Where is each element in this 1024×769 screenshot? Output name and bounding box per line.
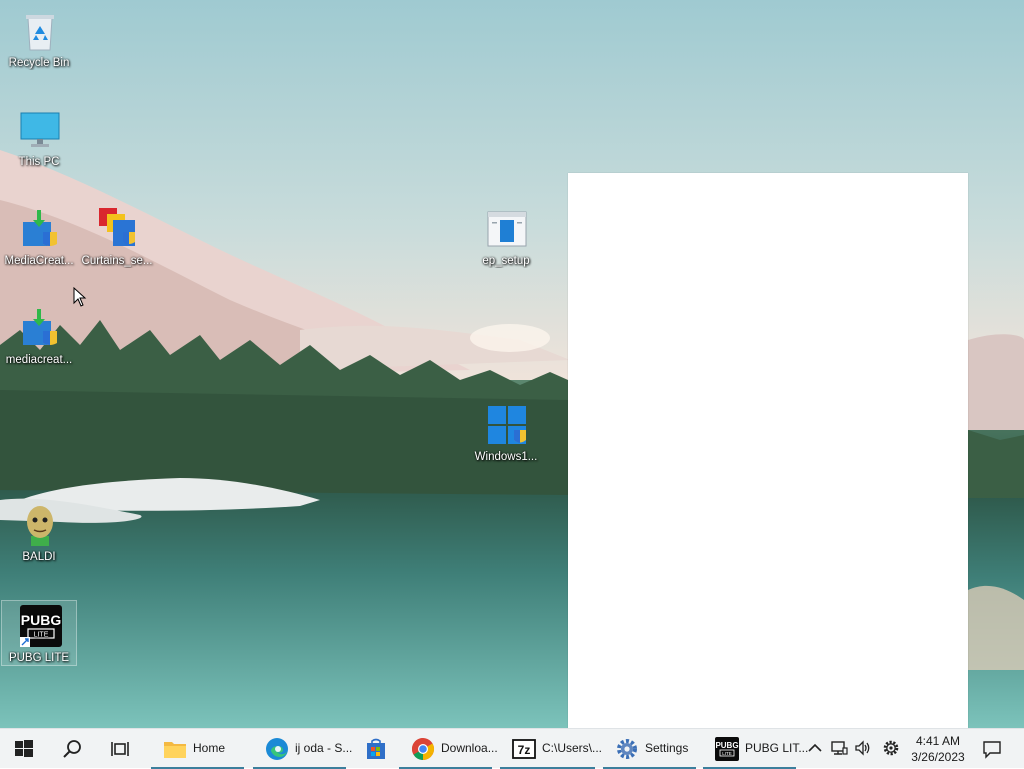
desktop-icon-mediacreationtool-2[interactable]: mediacreat...: [1, 303, 77, 369]
7zip-icon: 7z: [512, 739, 536, 759]
chevron-up-icon[interactable]: [806, 739, 824, 757]
taskbar-app-7zip[interactable]: 7z C:\Users\...: [500, 729, 602, 769]
desktop-icon-label: This PC: [18, 156, 60, 168]
volume-icon[interactable]: [854, 739, 872, 757]
taskbar: Home ij oda - S... Downloa... 7z C:\User…: [0, 728, 1024, 769]
svg-text:PUBG: PUBG: [21, 612, 62, 628]
desktop-icon-label: ep_setup: [482, 255, 530, 267]
desktop-icon-curtains-setup[interactable]: Curtains_se...: [79, 204, 155, 270]
window-app-icon: [487, 211, 527, 247]
desktop-icon-label: MediaCreat...: [4, 255, 74, 267]
curtains-setup-icon: [99, 208, 135, 246]
task-view-button[interactable]: [96, 729, 144, 769]
media-creation-tool-icon: [23, 210, 57, 246]
baldi-character-icon: [27, 506, 53, 546]
store-icon: [367, 738, 385, 759]
taskbar-app-label: Downloa...: [441, 741, 498, 755]
system-clock[interactable]: 4:41 AM 3/26/2023: [906, 733, 970, 765]
desktop-icon-label: Recycle Bin: [8, 57, 70, 69]
taskbar-app-label: Settings: [645, 741, 689, 755]
desktop-icon-label: BALDI: [22, 551, 56, 563]
desktop-icon-label: Curtains_se...: [81, 255, 153, 267]
notification-icon[interactable]: [982, 739, 1002, 759]
taskbar-app-file-explorer[interactable]: Home: [151, 729, 244, 769]
taskbar-app-settings[interactable]: Settings: [603, 729, 696, 769]
taskbar-app-store[interactable]: [352, 729, 392, 769]
desktop-icon-pubg-lite[interactable]: PUBG LITE PUBG LITE: [1, 600, 77, 666]
recycle-bin-icon: [26, 15, 54, 51]
windows-logo-icon: [15, 740, 33, 757]
chrome-icon: [412, 738, 434, 760]
taskbar-app-label: C:\Users\...: [542, 741, 603, 755]
desktop-icon-label: mediacreat...: [5, 354, 73, 366]
svg-text:LITE: LITE: [722, 751, 732, 756]
task-view-icon: [111, 742, 129, 756]
file-explorer-icon: [164, 742, 186, 758]
pubg-lite-icon: PUBG LITE: [20, 605, 62, 647]
svg-text:PUBG: PUBG: [715, 741, 738, 750]
start-button[interactable]: [0, 729, 48, 769]
desktop-icon-ep-setup[interactable]: ep_setup: [468, 204, 544, 270]
desktop-icon-baldi[interactable]: BALDI: [1, 500, 77, 566]
pubg-lite-icon: PUBG LITE: [715, 737, 739, 761]
desktop-icon-windows-setup[interactable]: Windows1...: [468, 400, 544, 466]
search-button[interactable]: [48, 729, 96, 769]
windows-setup-icon: [488, 406, 526, 444]
gear-icon: [617, 739, 637, 759]
taskbar-app-label: ij oda - S...: [295, 741, 353, 755]
gear-icon[interactable]: [882, 739, 900, 757]
taskbar-app-chrome[interactable]: Downloa...: [399, 729, 498, 769]
svg-text:7z: 7z: [518, 743, 531, 757]
taskbar-app-label: Home: [193, 741, 226, 755]
edge-icon: [266, 738, 288, 760]
svg-text:LITE: LITE: [34, 632, 49, 639]
clock-date: 3/26/2023: [911, 750, 965, 764]
mouse-cursor-icon: [73, 287, 87, 307]
desktop-icon-label: PUBG LITE: [8, 652, 70, 664]
search-icon: [63, 740, 81, 758]
monitor-icon: [20, 112, 60, 147]
clock-time: 4:41 AM: [915, 734, 961, 748]
blank-window[interactable]: [568, 173, 968, 728]
desktop-icon-this-pc[interactable]: This PC: [1, 105, 77, 171]
media-creation-tool-icon: [23, 309, 57, 345]
desktop-icon-mediacreationtool[interactable]: MediaCreat...: [1, 204, 77, 270]
network-icon[interactable]: [830, 739, 848, 757]
taskbar-app-label: PUBG LIT...: [745, 741, 809, 755]
taskbar-app-edge[interactable]: ij oda - S...: [253, 729, 352, 769]
desktop-icon-recycle-bin[interactable]: Recycle Bin: [1, 6, 77, 72]
taskbar-app-pubg-lite[interactable]: PUBG LITE PUBG LIT...: [703, 729, 808, 769]
desktop-icon-label: Windows1...: [474, 451, 538, 463]
